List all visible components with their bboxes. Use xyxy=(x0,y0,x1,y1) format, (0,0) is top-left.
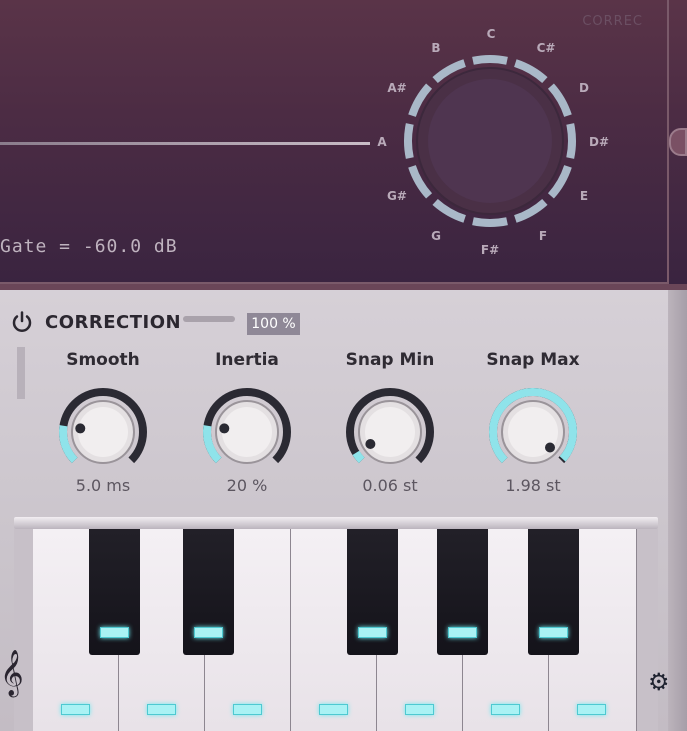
knob-cap xyxy=(365,407,415,457)
note-wheel-segment xyxy=(566,123,576,159)
key-led xyxy=(358,627,387,638)
note-label-g: G xyxy=(431,229,441,243)
right-edge-strip xyxy=(668,290,687,731)
knob-indicator xyxy=(75,423,86,434)
knob-value-inertia: 20 % xyxy=(226,476,268,495)
piano-keyboard xyxy=(0,517,668,731)
key-led xyxy=(147,704,176,715)
panel-side-tab xyxy=(17,347,25,399)
snap-max-knob[interactable] xyxy=(487,386,579,478)
black-key-f-sharp[interactable] xyxy=(347,529,398,655)
power-icon[interactable] xyxy=(10,310,34,334)
note-label-c-sharp: C# xyxy=(536,41,556,55)
note-label-d: D xyxy=(579,81,589,95)
knob-value-snap-max: 1.98 st xyxy=(505,476,561,495)
knob-label-snap-min: Snap Min xyxy=(345,350,435,370)
display-side-handle[interactable] xyxy=(669,128,687,156)
key-led xyxy=(100,627,129,638)
knob-indicator xyxy=(219,423,230,434)
display-corner-label: CORREC xyxy=(582,14,643,29)
key-led xyxy=(405,704,434,715)
black-key-c-sharp[interactable] xyxy=(89,529,140,655)
black-key-a-sharp[interactable] xyxy=(528,529,579,655)
correction-mix-slider[interactable] xyxy=(183,316,235,322)
key-led xyxy=(577,704,606,715)
black-key-d-sharp[interactable] xyxy=(183,529,234,655)
gate-readout: Gate = -60.0 dB xyxy=(0,236,178,257)
knob-label-inertia: Inertia xyxy=(215,350,279,370)
note-label-b: B xyxy=(431,41,441,55)
note-label-c: C xyxy=(486,27,496,41)
knob-indicator xyxy=(365,439,376,450)
note-wheel xyxy=(404,55,576,227)
treble-clef-icon[interactable]: 𝄞 xyxy=(0,650,24,696)
pitch-display: CORREC Gate = -60.0 dB C C# D D# E F F# … xyxy=(0,0,687,290)
note-label-g-sharp: G# xyxy=(387,189,407,203)
note-label-f-sharp: F# xyxy=(480,243,500,257)
note-label-a: A xyxy=(377,135,387,149)
key-led xyxy=(194,627,223,638)
note-wheel-segment xyxy=(472,217,508,227)
inertia-knob[interactable] xyxy=(201,386,293,478)
pitch-trace-line xyxy=(0,142,370,145)
piano-rail xyxy=(14,517,658,529)
correction-title: CORRECTION xyxy=(45,312,182,333)
knob-level-arc xyxy=(352,450,365,464)
black-key-g-sharp[interactable] xyxy=(437,529,488,655)
key-led xyxy=(448,627,477,638)
knob-label-snap-max: Snap Max xyxy=(486,350,580,370)
gear-icon[interactable]: ⚙ xyxy=(648,668,670,696)
correction-mix-value[interactable]: 100 % xyxy=(247,313,300,335)
note-label-f: F xyxy=(538,229,548,243)
snap-min-knob[interactable] xyxy=(344,386,436,478)
key-led xyxy=(319,704,348,715)
note-label-a-sharp: A# xyxy=(387,81,407,95)
knob-value-snap-min: 0.06 st xyxy=(362,476,418,495)
smooth-knob[interactable] xyxy=(57,386,149,478)
note-label-d-sharp: D# xyxy=(588,135,610,149)
key-led xyxy=(539,627,568,638)
knob-indicator xyxy=(545,442,556,453)
key-led xyxy=(61,704,90,715)
key-led xyxy=(233,704,262,715)
knob-cap xyxy=(222,407,272,457)
note-wheel-segment xyxy=(472,55,508,65)
note-label-e: E xyxy=(579,189,589,203)
note-wheel-segment xyxy=(404,123,414,159)
knob-cap xyxy=(78,407,128,457)
key-led xyxy=(491,704,520,715)
knob-value-smooth: 5.0 ms xyxy=(75,476,131,495)
knob-label-smooth: Smooth xyxy=(66,350,140,370)
